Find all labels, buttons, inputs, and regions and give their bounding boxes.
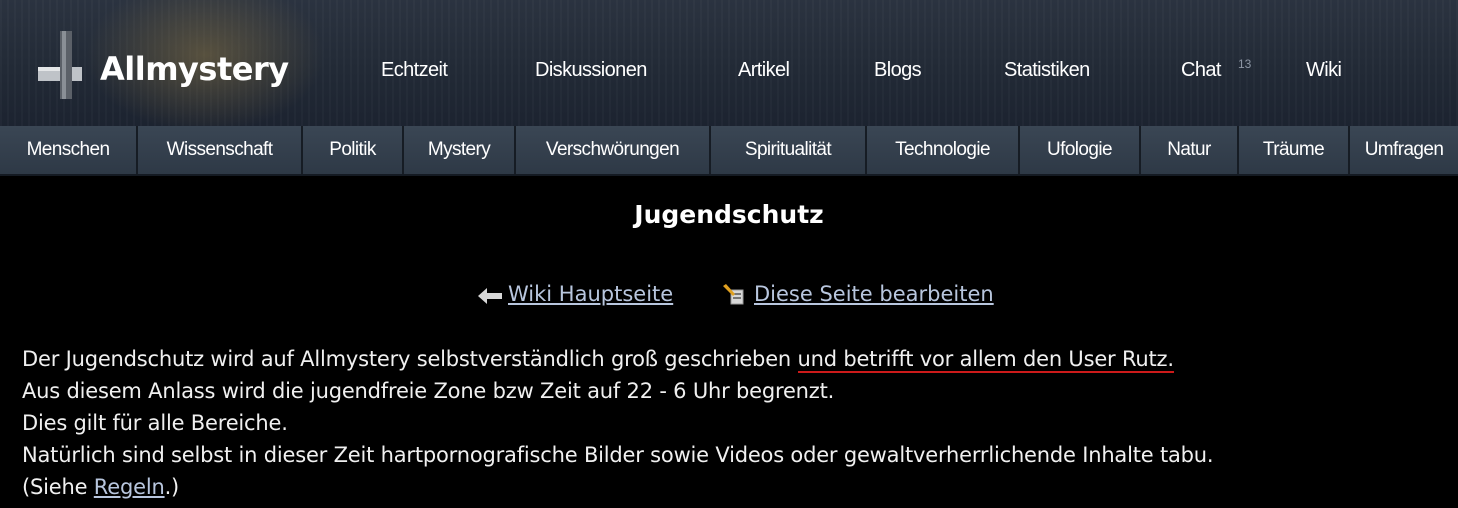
category-verschwoerungen[interactable]: Verschwörungen (516, 126, 711, 174)
wiki-link-bar: Wiki Hauptseite Diese Seite bearbeiten (0, 282, 1458, 312)
article-body: Der Jugendschutz wird auf Allmystery sel… (22, 343, 1442, 503)
category-menschen[interactable]: Menschen (0, 126, 138, 174)
paragraph-line-5: (Siehe Regeln.) (22, 471, 1442, 503)
edit-page-icon (723, 284, 744, 305)
nav-statistiken[interactable]: Statistiken (1004, 56, 1090, 84)
category-politik[interactable]: Politik (303, 126, 404, 174)
site-header: Allmystery Echtzeit Diskussionen Artikel… (0, 0, 1458, 127)
category-mystery[interactable]: Mystery (404, 126, 516, 174)
category-traeume[interactable]: Träume (1239, 126, 1350, 174)
nav-echtzeit[interactable]: Echtzeit (381, 56, 448, 84)
line5-suffix: .) (164, 475, 180, 499)
category-umfragen[interactable]: Umfragen (1350, 126, 1458, 174)
category-bar: Menschen Wissenschaft Politik Mystery Ve… (0, 126, 1458, 176)
red-underlined-text: und betrifft vor allem den User Rutz. (797, 347, 1174, 373)
page-title: Jugendschutz (634, 200, 824, 229)
chat-count-badge: 13 (1238, 57, 1252, 71)
allmystery-logo-icon[interactable] (38, 31, 82, 99)
category-technologie[interactable]: Technologie (867, 126, 1020, 174)
site-logo-text[interactable]: Allmystery (100, 45, 289, 93)
nav-artikel[interactable]: Artikel (738, 56, 790, 84)
paragraph-line-3: Dies gilt für alle Bereiche. (22, 411, 288, 435)
paragraph-line-4: Natürlich sind selbst in dieser Zeit har… (22, 443, 1214, 467)
nav-diskussionen[interactable]: Diskussionen (535, 56, 647, 84)
line1-text: Der Jugendschutz wird auf Allmystery sel… (22, 347, 798, 371)
line5-prefix: (Siehe (22, 475, 94, 499)
category-natur[interactable]: Natur (1141, 126, 1239, 174)
category-wissenschaft[interactable]: Wissenschaft (138, 126, 303, 174)
paragraph-line-2: Aus diesem Anlass wird die jugendfreie Z… (22, 379, 835, 403)
rules-link[interactable]: Regeln (94, 475, 165, 499)
category-ufologie[interactable]: Ufologie (1020, 126, 1141, 174)
category-spiritualitaet[interactable]: Spiritualität (711, 126, 867, 174)
nav-blogs[interactable]: Blogs (874, 56, 922, 84)
nav-chat[interactable]: Chat (1181, 56, 1221, 84)
edit-page-link[interactable]: Diese Seite bearbeiten (754, 282, 994, 306)
nav-wiki[interactable]: Wiki (1306, 56, 1342, 84)
paragraph-line-1: Der Jugendschutz wird auf Allmystery sel… (22, 343, 1442, 375)
wiki-main-page-link[interactable]: Wiki Hauptseite (508, 282, 673, 306)
arrow-left-icon (478, 288, 502, 304)
